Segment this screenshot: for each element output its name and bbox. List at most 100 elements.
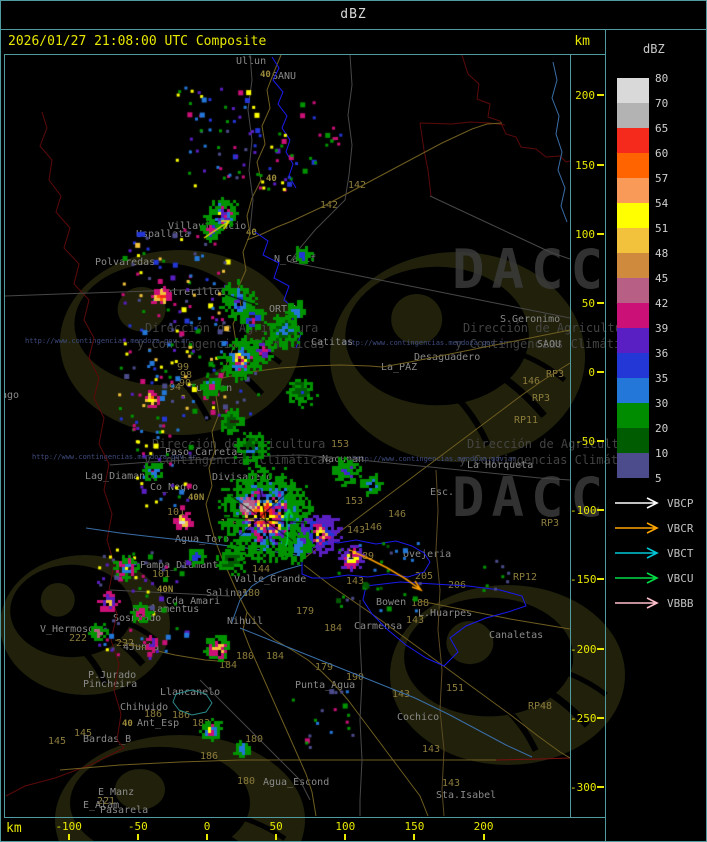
scale-color-swatch (617, 303, 649, 328)
vector-legend-label: VBCR (667, 522, 694, 535)
map-border-top (4, 54, 605, 55)
x-axis-unit-label: km (6, 821, 22, 836)
y-axis-tick-label: 200 (575, 89, 595, 103)
scale-value-label: 35 (655, 372, 669, 385)
vector-legend-row: VBCU (613, 571, 707, 585)
scale-color-swatch (617, 153, 649, 178)
scale-value-label: 10 (655, 447, 669, 460)
legend-panel: dBZ 80 70 65 60 57 54 51 48 45 42 39 36 35 30 20 10 5 VB… (605, 30, 707, 842)
scale-title: dBZ (643, 42, 665, 56)
y-axis-tick (597, 647, 604, 650)
vector-legend-row: VBCR (613, 521, 707, 535)
scale-color-swatch (617, 278, 649, 303)
y-axis-tick (597, 440, 604, 443)
scale-color-swatch (617, 453, 649, 478)
scale-color-swatch (617, 203, 649, 228)
scale-value-label: 39 (655, 322, 669, 335)
vector-legend-label: VBCP (667, 497, 694, 510)
x-axis-tick-label: 100 (335, 820, 356, 833)
scale-color-swatch (617, 403, 649, 428)
y-axis-tick (597, 94, 604, 97)
map-border-right (570, 54, 571, 817)
scale-value-label: 42 (655, 297, 669, 310)
scale-value-label: 5 (655, 472, 662, 485)
y-axis-tick-label: -50 (575, 435, 595, 449)
y-axis-tick-label: 50 (581, 296, 595, 310)
vector-legend-label: VBCU (667, 572, 694, 585)
x-axis-tick (482, 834, 485, 840)
x-axis-tick (206, 834, 208, 840)
y-axis-tick-label: 0 (588, 366, 595, 379)
vector-legend-row: VBCP (613, 496, 707, 510)
x-axis-tick (275, 834, 278, 840)
x-axis-tick-label: -50 (127, 820, 148, 833)
scale-value-label: 54 (655, 197, 669, 210)
scale-color-swatch (617, 228, 649, 253)
scale-value-label: 48 (655, 247, 669, 260)
scale-color-swatch (617, 78, 649, 103)
vbbb-arrow-icon (615, 597, 659, 609)
y-axis-tick-label: 150 (575, 158, 595, 172)
scale-value-label: 57 (655, 172, 669, 185)
radar-app-window: DACCDACCDirección de Agriculturay Contin… (0, 0, 707, 842)
x-axis-tick (413, 834, 416, 840)
y-axis-tick (597, 371, 604, 373)
x-axis-tick-label: 150 (404, 820, 425, 833)
scale-color-swatch (617, 128, 649, 153)
x-axis-tick-label: -100 (55, 820, 82, 833)
y-axis-tick (597, 578, 604, 581)
vbcp-arrow-icon (615, 497, 659, 509)
x-axis-tick (344, 834, 347, 840)
timestamp-text: 2026/01/27 21:08:00 UTC Composite (8, 34, 267, 49)
x-axis-tick-label: 0 (203, 820, 211, 833)
scale-value-label: 70 (655, 97, 669, 110)
map-border-bottom (4, 817, 605, 818)
vector-legend-label: VBCT (667, 547, 694, 560)
scale-value-label: 45 (655, 272, 669, 285)
y-axis-tick (597, 232, 604, 235)
vbcu-arrow-icon (615, 572, 659, 584)
radar-map: Ullun40SANUVillavicencioUspallataPolvare… (4, 54, 570, 817)
x-axis-tick (136, 834, 139, 840)
x-axis: km -100 -50 0 50 100 150 200 (0, 817, 604, 842)
border-left (0, 0, 1, 842)
y-axis-tick-label: -150 (570, 573, 597, 587)
vbct-arrow-icon (615, 547, 659, 559)
radar-echoes-canvas (4, 54, 570, 817)
border-top (0, 0, 707, 1)
scale-value-label: 60 (655, 147, 669, 160)
y-axis-tick (597, 716, 604, 719)
scale-color-swatch (617, 178, 649, 203)
scale-color-swatch (617, 103, 649, 128)
vector-legend-row: VBBB (613, 596, 707, 610)
vector-legend-row: VBCT (613, 546, 707, 560)
y-axis-tick (597, 785, 604, 788)
scale-value-label: 30 (655, 397, 669, 410)
timestamp-bar: 2026/01/27 21:08:00 UTC Composite km (0, 30, 604, 54)
scale-value-label: 80 (655, 72, 669, 85)
x-axis-tick-label: 200 (473, 820, 494, 833)
y-axis-tick-label: -300 (570, 780, 597, 794)
y-axis-tick (597, 163, 604, 166)
scale-value-label: 65 (655, 122, 669, 135)
x-axis-tick (67, 834, 70, 840)
vector-legend-label: VBBB (667, 597, 694, 610)
scale-color-swatch (617, 378, 649, 403)
title-bar: dBZ (0, 0, 707, 29)
y-axis-tick-label: -100 (570, 504, 597, 518)
page-title: dBZ (340, 7, 367, 22)
scale-color-swatch (617, 428, 649, 453)
y-axis-unit-label: km (574, 34, 590, 49)
panel-divider (605, 29, 606, 842)
map-border-left (4, 54, 5, 817)
y-axis-tick-label: 100 (575, 227, 595, 241)
y-axis-tick-label: -250 (570, 711, 597, 725)
y-axis: 200 150 100 50 0 -50 -100 -150 -200 -250 -300 (570, 54, 605, 817)
y-axis-tick (597, 509, 604, 512)
scale-value-label: 51 (655, 222, 669, 235)
scale-color-swatch (617, 328, 649, 353)
title-divider (0, 29, 707, 30)
scale-value-label: 20 (655, 422, 669, 435)
y-axis-tick-label: -200 (570, 642, 597, 656)
vbcr-arrow-icon (615, 522, 659, 534)
